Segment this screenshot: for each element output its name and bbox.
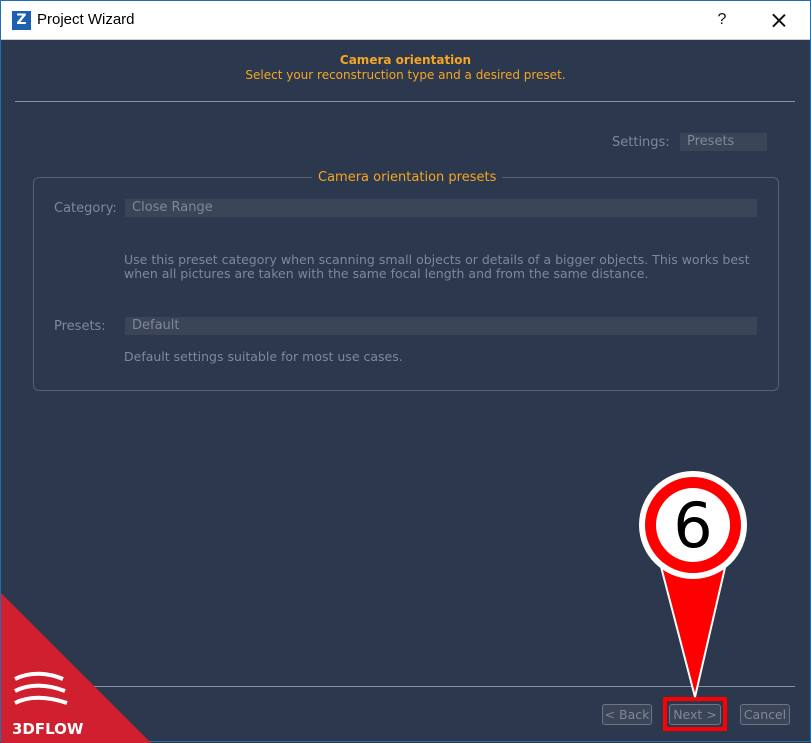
category-dropdown[interactable]: Close Range — [125, 199, 757, 217]
step-number: 6 — [673, 489, 712, 562]
page-title: Camera orientation — [339, 53, 472, 67]
settings-dropdown[interactable]: Presets — [680, 133, 767, 151]
group-title: Camera orientation presets — [312, 170, 503, 185]
logo-text: 3DFLOW — [12, 720, 84, 738]
help-button[interactable]: ? — [709, 7, 735, 33]
project-wizard-window: Z Project Wizard ? Camera orientation Se… — [0, 0, 811, 743]
presets-label: Presets: — [54, 319, 106, 334]
category-description-line1: Use this preset category when scanning s… — [124, 252, 750, 267]
category-label: Category: — [54, 201, 117, 216]
settings-label: Settings: — [612, 135, 670, 150]
3dflow-logo: 3DFLOW — [1, 593, 151, 743]
category-description-line2: when all pictures are taken with the sam… — [124, 266, 649, 281]
presets-dropdown[interactable]: Default — [125, 317, 757, 335]
page-subtitle: Select your reconstruction type and a de… — [245, 68, 566, 82]
window-title: Project Wizard — [37, 11, 135, 28]
app-icon: Z — [12, 11, 31, 30]
header-divider — [15, 101, 795, 102]
step-marker-pin: 6 — [639, 471, 747, 698]
back-button[interactable]: < Back — [602, 704, 652, 725]
presets-description: Default settings suitable for most use c… — [124, 349, 403, 364]
close-button[interactable] — [765, 7, 793, 33]
title-bar: Z Project Wizard ? — [1, 1, 810, 40]
cancel-button[interactable]: Cancel — [740, 704, 790, 725]
